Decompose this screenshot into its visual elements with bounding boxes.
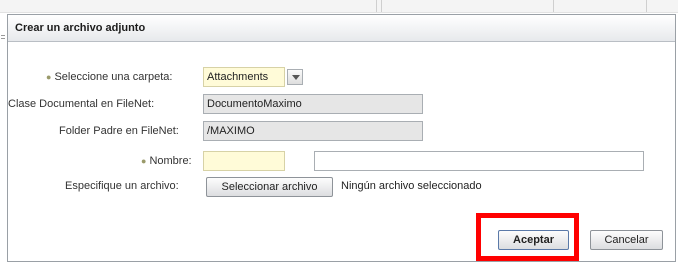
required-icon: ● (141, 156, 147, 166)
chevron-down-icon (292, 75, 300, 80)
doc-class-row: Clase Documental en FileNet: DocumentoMa… (8, 94, 668, 116)
choose-file-button[interactable]: Seleccionar archivo (206, 177, 333, 197)
parent-folder-label: Folder Padre en FileNet: (59, 125, 179, 137)
dialog-title: Crear un archivo adjunto (15, 22, 146, 34)
folder-label-text: Seleccione una carpeta: (54, 71, 173, 83)
background-window-strip (0, 0, 678, 13)
divider (381, 0, 382, 12)
name-label-text: Nombre: (149, 155, 192, 167)
folder-dropdown-button[interactable] (287, 69, 303, 85)
cancel-button[interactable]: Cancelar (590, 230, 663, 250)
name-input[interactable] (203, 151, 285, 171)
folder-row: ● Seleccione una carpeta: Attachments (8, 67, 668, 89)
divider (553, 0, 554, 12)
grip-icon (1, 35, 5, 45)
name-label: ● Nombre: (141, 155, 192, 167)
folder-select[interactable]: Attachments (203, 67, 285, 87)
divider (646, 0, 647, 12)
folder-label: ● Seleccione una carpeta: (46, 71, 172, 83)
highlight-box (476, 213, 579, 261)
name-extra-input[interactable] (314, 151, 644, 171)
parent-folder-field: /MAXIMO (203, 121, 423, 141)
required-icon: ● (46, 72, 52, 82)
file-row: Especifique un archivo: Seleccionar arch… (8, 176, 668, 198)
name-row: ● Nombre: (8, 151, 668, 173)
file-label: Especifique un archivo: (65, 180, 179, 192)
parent-folder-row: Folder Padre en FileNet: /MAXIMO (8, 121, 668, 143)
file-status: Ningún archivo seleccionado (341, 180, 482, 192)
divider (376, 0, 377, 12)
doc-class-label: Clase Documental en FileNet: (8, 98, 155, 110)
dialog-titlebar[interactable]: Crear un archivo adjunto (8, 15, 675, 42)
doc-class-field: DocumentoMaximo (203, 94, 423, 114)
